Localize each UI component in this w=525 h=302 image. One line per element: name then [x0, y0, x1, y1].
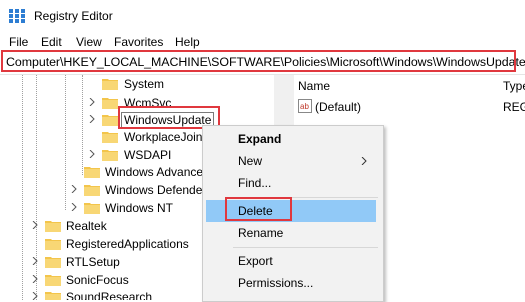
- folder-icon: [45, 292, 61, 300]
- menu-item-expand[interactable]: Expand: [203, 128, 381, 150]
- title-bar: Registry Editor: [0, 0, 525, 32]
- folder-icon: [102, 132, 118, 143]
- folder-icon: [45, 239, 61, 250]
- chevron-right-icon[interactable]: [31, 275, 39, 283]
- tree-item-system[interactable]: System: [0, 75, 274, 94]
- chevron-right-icon[interactable]: [70, 185, 78, 193]
- registry-editor-app-icon: [9, 9, 25, 23]
- address-highlight-box: [1, 50, 516, 72]
- folder-icon: [102, 98, 118, 109]
- menu-item-label: Export: [238, 254, 273, 268]
- menu-item-label: Find...: [238, 176, 272, 190]
- tree-item-label: Windows Defender: [105, 183, 207, 197]
- column-header-type[interactable]: Type: [503, 79, 525, 93]
- menu-file[interactable]: File: [9, 35, 28, 49]
- tree-item-label: RTLSetup: [66, 255, 120, 269]
- menu-edit[interactable]: Edit: [41, 35, 62, 49]
- menu-bar: File Edit View Favorites Help: [0, 33, 525, 50]
- svg-text:ab: ab: [300, 102, 309, 111]
- list-row[interactable]: ab (Default) REG_: [294, 97, 525, 116]
- column-header-name[interactable]: Name: [298, 79, 330, 93]
- folder-icon: [102, 150, 118, 161]
- folder-icon: [84, 203, 100, 214]
- menu-item-label: Rename: [238, 226, 284, 240]
- menu-favorites[interactable]: Favorites: [114, 35, 163, 49]
- tree-item-label: RegisteredApplications: [66, 237, 189, 251]
- folder-icon: [102, 79, 118, 90]
- chevron-right-icon[interactable]: [88, 98, 96, 106]
- menu-view[interactable]: View: [76, 35, 102, 49]
- window-title: Registry Editor: [34, 9, 113, 23]
- chevron-right-icon[interactable]: [88, 150, 96, 158]
- tree-item-label: SonicFocus: [66, 273, 129, 287]
- menu-item-label: Permissions...: [238, 276, 314, 290]
- tree-item-label: WorkplaceJoin: [124, 130, 203, 144]
- tree-item-label: Windows NT: [105, 201, 174, 215]
- chevron-right-icon[interactable]: [88, 115, 96, 123]
- tree-item-label: SoundResearch: [66, 290, 153, 300]
- menu-separator: [233, 247, 378, 248]
- folder-icon: [84, 167, 100, 178]
- chevron-right-icon[interactable]: [70, 203, 78, 211]
- tree-item-label: System: [124, 77, 165, 91]
- submenu-arrow-icon: [361, 157, 367, 165]
- menu-item-find[interactable]: Find...: [203, 172, 381, 194]
- tree-item-label: WSDAPI: [124, 148, 172, 162]
- chevron-right-icon[interactable]: [31, 292, 39, 300]
- menu-item-export[interactable]: Export: [203, 250, 381, 272]
- menu-item-rename[interactable]: Rename: [203, 222, 381, 244]
- menu-item-new[interactable]: New: [203, 150, 381, 172]
- menu-item-label: New: [238, 154, 263, 168]
- chevron-right-icon[interactable]: [31, 221, 39, 229]
- tree-item-label: Realtek: [66, 219, 107, 233]
- tree-item-label: Windows Advance: [105, 165, 204, 179]
- chevron-right-icon[interactable]: [31, 257, 39, 265]
- string-value-icon: ab: [298, 99, 312, 113]
- delete-highlight-box: [225, 197, 292, 221]
- menu-item-permissions[interactable]: Permissions...: [203, 272, 381, 294]
- folder-icon: [84, 185, 100, 196]
- value-type: REG_: [503, 100, 525, 114]
- value-name: (Default): [315, 100, 362, 114]
- folder-icon: [45, 257, 61, 268]
- menu-item-label: Expand: [238, 132, 282, 146]
- menu-help[interactable]: Help: [175, 35, 200, 49]
- folder-icon: [45, 221, 61, 232]
- folder-icon: [102, 115, 118, 126]
- folder-icon: [45, 275, 61, 286]
